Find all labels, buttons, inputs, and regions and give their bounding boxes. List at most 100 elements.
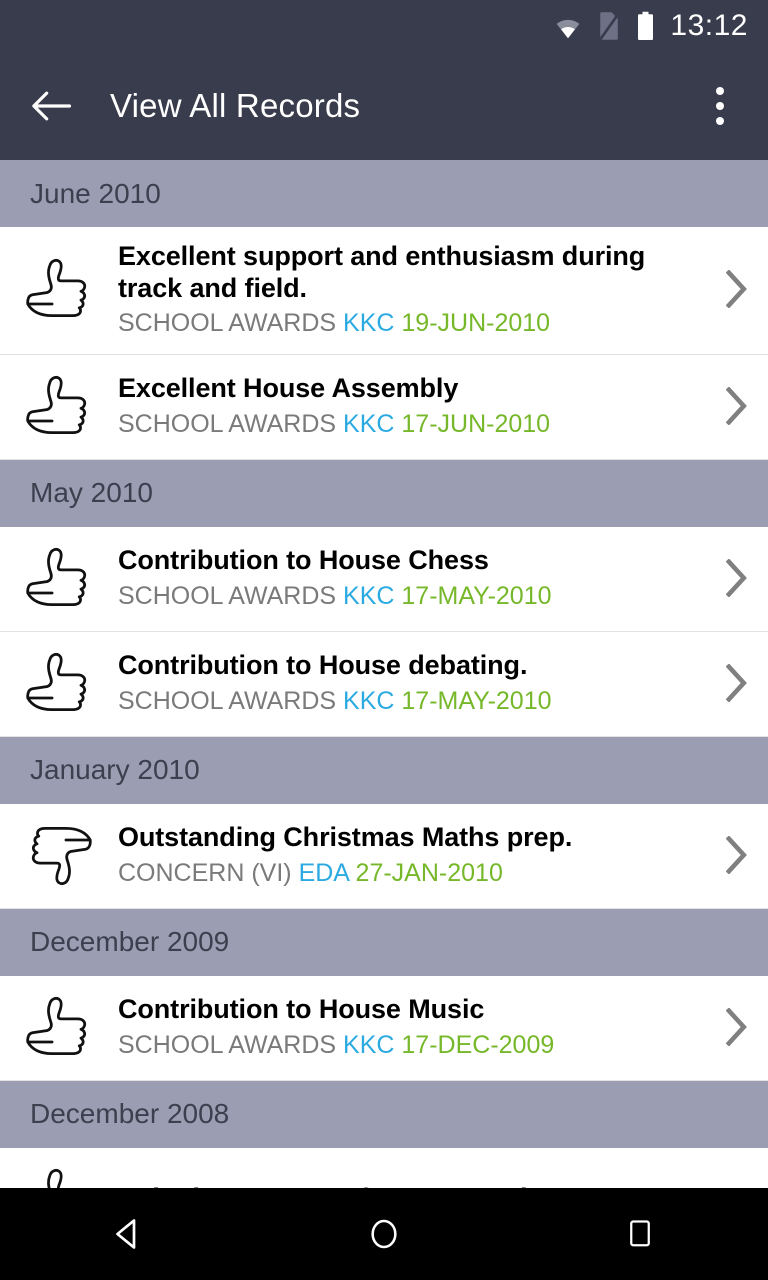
- record-row[interactable]: Debating; on team for 2 external: [0, 1147, 768, 1188]
- record-sentiment-icon-wrap: [0, 990, 118, 1064]
- record-row[interactable]: Outstanding Christmas Maths prep. CONCERN…: [0, 803, 768, 909]
- record-category: SCHOOL AWARDS: [118, 686, 337, 715]
- battery-icon: [638, 11, 654, 40]
- nav-home-icon: [371, 1219, 397, 1249]
- record-initials: KKC: [343, 1030, 395, 1059]
- record-sentiment-icon-wrap: [0, 818, 118, 892]
- chevron-right-icon: [726, 835, 747, 874]
- nav-recents-button[interactable]: [580, 1188, 700, 1280]
- section-header-label: June 2010: [30, 177, 161, 209]
- thumbs-up-icon: [26, 259, 87, 318]
- overflow-menu-icon: [716, 102, 724, 110]
- record-title: Excellent support and enthusiasm during …: [118, 241, 646, 303]
- status-icon-group: [553, 11, 656, 41]
- chevron-right-icon: [726, 558, 747, 597]
- record-sentiment-icon-wrap: [0, 369, 118, 443]
- nav-recents-icon: [630, 1220, 650, 1247]
- record-row[interactable]: Excellent House Assembly SCHOOL AWARDS KK…: [0, 354, 768, 460]
- record-disclosure[interactable]: [706, 270, 768, 309]
- record-body: Contribution to House Music SCHOOL AWARDS…: [118, 994, 706, 1059]
- record-title: Outstanding Christmas Maths prep.: [118, 822, 573, 853]
- record-subtitle: SCHOOL AWARDS KKC 17-MAY-2010: [118, 582, 696, 611]
- record-row[interactable]: Contribution to House Chess SCHOOL AWARDS…: [0, 526, 768, 632]
- record-category: SCHOOL AWARDS: [118, 581, 337, 610]
- record-date: 17-MAY-2010: [401, 686, 552, 715]
- thumbs-up-icon: [47, 1168, 63, 1188]
- overflow-menu-icon: [716, 117, 724, 125]
- record-sentiment-icon-wrap: [0, 646, 118, 720]
- record-row[interactable]: Excellent support and enthusiasm during …: [0, 227, 768, 355]
- record-sentiment-icon-wrap: [0, 541, 118, 615]
- app-bar: View All Records: [0, 52, 768, 160]
- thumbs-up-icon: [26, 996, 87, 1055]
- record-title: Contribution to House Chess: [118, 545, 489, 576]
- record-subtitle: SCHOOL AWARDS KKC 17-DEC-2009: [118, 1031, 696, 1060]
- record-initials: KKC: [343, 409, 395, 438]
- chevron-right-icon: [726, 270, 747, 309]
- record-date: 17-JUN-2010: [401, 409, 551, 438]
- section-header-label: May 2010: [30, 477, 153, 509]
- thumbs-up-icon: [26, 375, 87, 434]
- overflow-menu-icon: [716, 87, 724, 95]
- no-sim-icon: [598, 12, 621, 41]
- phone-screen: 13:12 View All Records June 2010 Excellen…: [0, 0, 768, 1280]
- overflow-menu-button[interactable]: [694, 77, 746, 135]
- system-navigation-bar: [0, 1188, 768, 1280]
- section-header: January 2010: [0, 736, 768, 804]
- record-title: Contribution to House debating.: [118, 650, 528, 681]
- section-header-label: December 2009: [30, 926, 230, 958]
- nav-back-button[interactable]: [68, 1188, 188, 1280]
- record-body: Contribution to House debating. SCHOOL AW…: [118, 650, 706, 715]
- record-subtitle: SCHOOL AWARDS KKC 17-JUN-2010: [118, 410, 696, 439]
- record-title: Excellent House Assembly: [118, 373, 459, 404]
- record-category: SCHOOL AWARDS: [118, 309, 337, 338]
- record-row[interactable]: Contribution to House debating. SCHOOL AW…: [0, 631, 768, 737]
- record-category: SCHOOL AWARDS: [118, 1030, 337, 1059]
- section-header-label: December 2008: [30, 1098, 230, 1130]
- record-body: Excellent support and enthusiasm during …: [118, 241, 706, 338]
- section-header-label: January 2010: [30, 754, 200, 786]
- record-initials: KKC: [343, 309, 395, 338]
- section-header: June 2010: [0, 160, 768, 227]
- record-disclosure[interactable]: [706, 386, 768, 425]
- record-date: 27-JAN-2010: [355, 858, 503, 887]
- chevron-right-icon: [726, 1007, 747, 1046]
- record-row[interactable]: Contribution to House Music SCHOOL AWARDS…: [0, 975, 768, 1081]
- record-body: Contribution to House Chess SCHOOL AWARDS…: [118, 545, 706, 610]
- records-list[interactable]: June 2010 Excellent support and enthusias…: [0, 160, 768, 1188]
- thumbs-up-icon: [26, 547, 87, 606]
- record-disclosure[interactable]: [706, 835, 768, 874]
- record-date: 17-DEC-2009: [401, 1030, 555, 1059]
- record-category: SCHOOL AWARDS: [118, 409, 337, 438]
- section-header: December 2008: [0, 1080, 768, 1148]
- record-subtitle: SCHOOL AWARDS KKC 19-JUN-2010: [118, 309, 696, 338]
- chevron-right-icon: [726, 663, 747, 702]
- record-body: Excellent House Assembly SCHOOL AWARDS KK…: [118, 373, 706, 438]
- record-disclosure[interactable]: [706, 663, 768, 702]
- record-category: CONCERN (VI): [118, 858, 292, 887]
- status-clock: 13:12: [670, 9, 748, 42]
- thumbs-down-icon: [31, 826, 92, 885]
- thumbs-up-icon: [26, 652, 87, 711]
- wifi-icon: [557, 19, 580, 39]
- record-initials: EDA: [298, 858, 349, 887]
- page-title: View All Records: [110, 87, 361, 124]
- record-initials: KKC: [343, 686, 395, 715]
- record-sentiment-icon-wrap: [0, 252, 118, 326]
- nav-home-button[interactable]: [324, 1188, 444, 1280]
- record-body: Outstanding Christmas Maths prep. CONCERN…: [118, 822, 706, 887]
- record-sentiment-icon-wrap: [0, 1162, 118, 1188]
- nav-back-icon: [116, 1219, 136, 1249]
- status-bar: 13:12: [0, 0, 768, 52]
- section-header: December 2009: [0, 908, 768, 976]
- section-header: May 2010: [0, 459, 768, 527]
- record-disclosure[interactable]: [706, 1007, 768, 1046]
- record-date: 17-MAY-2010: [401, 581, 552, 610]
- back-button[interactable]: [22, 77, 80, 135]
- record-date: 19-JUN-2010: [401, 309, 551, 338]
- record-subtitle: SCHOOL AWARDS KKC 17-MAY-2010: [118, 687, 696, 716]
- record-disclosure[interactable]: [706, 558, 768, 597]
- record-title: Contribution to House Music: [118, 994, 485, 1025]
- record-subtitle: CONCERN (VI) EDA 27-JAN-2010: [118, 859, 696, 888]
- chevron-right-icon: [726, 386, 747, 425]
